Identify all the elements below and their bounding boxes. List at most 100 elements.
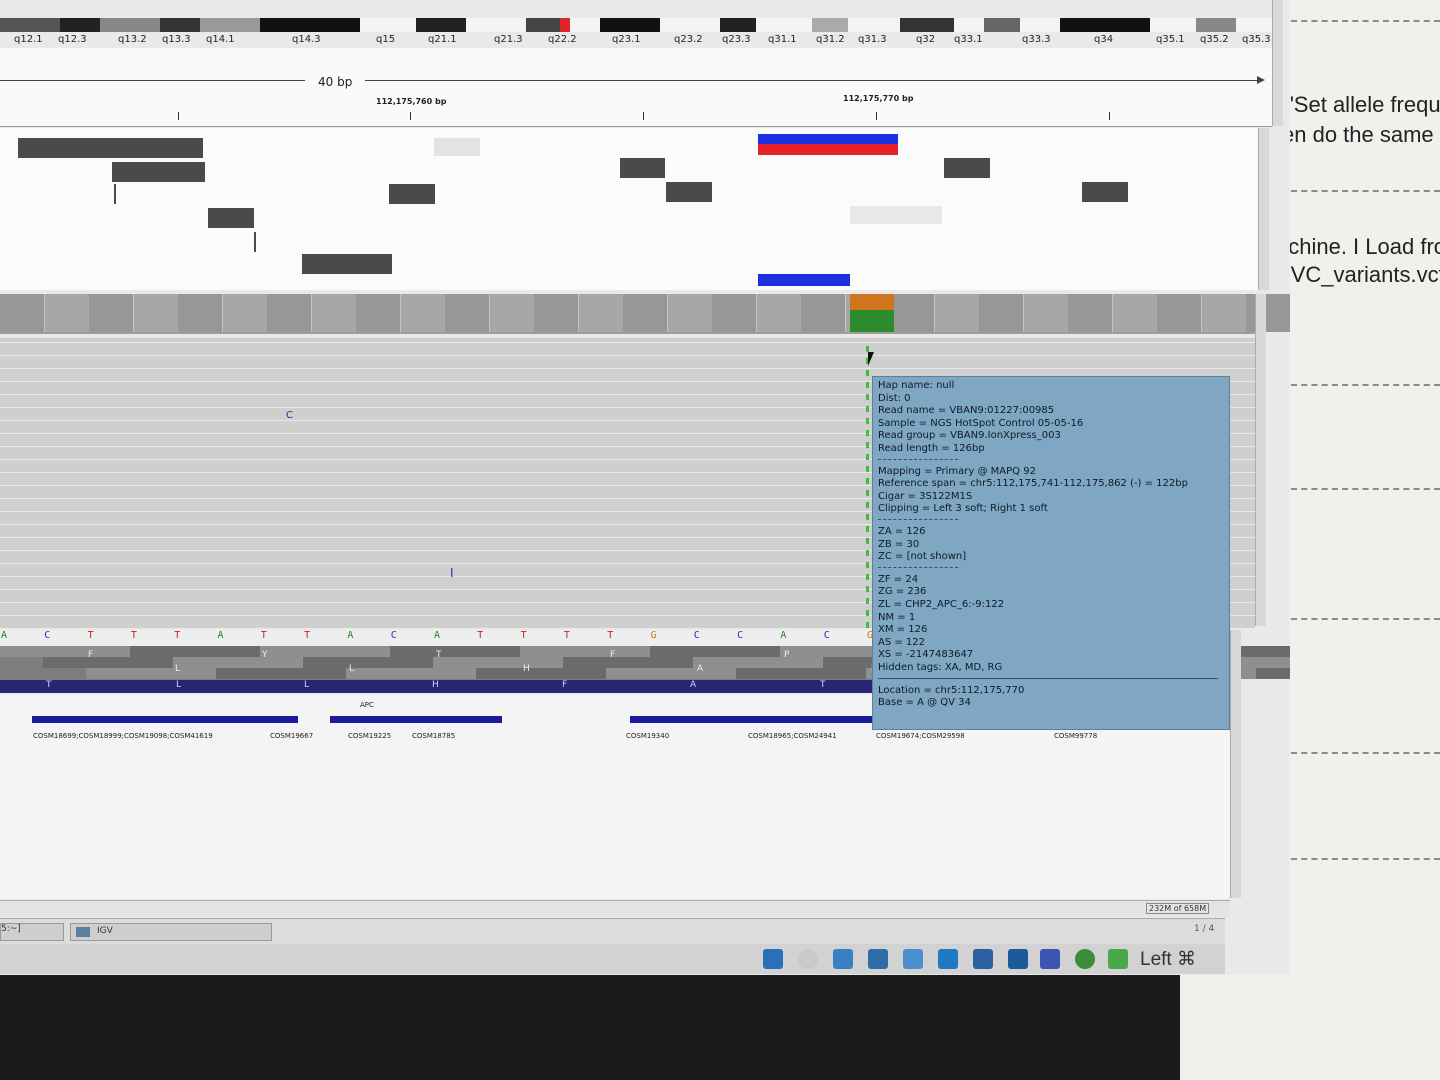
- read-row[interactable]: [0, 342, 1255, 343]
- shared-folder-icon[interactable]: [903, 949, 923, 969]
- coverage-bin: [1023, 294, 1069, 332]
- page-indicator: 1 / 4: [1194, 924, 1215, 934]
- codon-block: [650, 646, 780, 657]
- cosmic-label: COSM19225: [348, 732, 392, 740]
- read-row[interactable]: [0, 368, 1255, 369]
- cosmic-label: COSM18785: [412, 732, 456, 740]
- position-label-left: 112,175,760 bp: [376, 97, 447, 106]
- coverage-bin: [1246, 294, 1290, 332]
- gene-amino-acid: H: [432, 680, 439, 690]
- popup-line: ZG = 236: [878, 586, 927, 598]
- ruler-track[interactable]: 40 bp 112,175,760 bp 112,175,770 bp: [0, 48, 1272, 127]
- reference-base: C: [44, 630, 51, 641]
- gene-amino-acid: T: [820, 680, 826, 690]
- alignment-scrollbar[interactable]: [1255, 294, 1266, 626]
- codon-block: [563, 657, 693, 668]
- allele-fraction-green: [850, 310, 894, 332]
- popup-line: Clipping = Left 3 soft; Right 1 soft: [878, 503, 1048, 515]
- variant-call-red[interactable]: [758, 144, 898, 155]
- variant-call-blue[interactable]: [758, 134, 898, 144]
- codon-block: [130, 646, 260, 657]
- codon-block: [346, 668, 476, 679]
- display-icon[interactable]: [938, 949, 958, 969]
- band-label: q12.1: [14, 34, 43, 45]
- doc-line-4: SVC_variants.vcf: [1276, 262, 1440, 287]
- codon-block: [736, 668, 866, 679]
- virtualbox-icon[interactable]: [1040, 949, 1060, 969]
- status-bar: 232M of 658M: [0, 900, 1230, 917]
- usb-icon[interactable]: [868, 949, 888, 969]
- popup-line: ZB = 30: [878, 538, 920, 550]
- coverage-bin: [578, 294, 624, 332]
- band-label: q14.1: [206, 34, 235, 45]
- span-label: 40 bp: [318, 75, 353, 89]
- gene-label: APC: [360, 701, 374, 709]
- reference-base: T: [260, 630, 267, 641]
- band-label: q35.3: [1242, 34, 1271, 45]
- band-label: q23.1: [612, 34, 641, 45]
- igv-task-label: IGV: [97, 926, 113, 936]
- coverage-bin: [489, 294, 535, 332]
- cosmic-label: COSM19674;COSM29598: [876, 732, 965, 740]
- popup-separator: [878, 677, 1218, 679]
- popup-separator: [878, 519, 958, 520]
- codon-block: [433, 657, 563, 668]
- coverage-track[interactable]: [0, 294, 1290, 334]
- codon-block: [606, 668, 736, 679]
- screen-icon[interactable]: [973, 949, 993, 969]
- popup-line: XS = -2147483647: [878, 649, 974, 661]
- network-icon[interactable]: [763, 949, 783, 969]
- amino-acid: T: [436, 650, 442, 660]
- monitor-icon[interactable]: [1008, 949, 1028, 969]
- codon-block: [1256, 668, 1290, 679]
- host-key-label: Left ⌘: [1140, 949, 1196, 970]
- popup-line: Base = A @ QV 34: [878, 697, 971, 709]
- read-row[interactable]: [0, 355, 1255, 356]
- popup-line: Read group = VBAN9.IonXpress_003: [878, 430, 1061, 442]
- coverage-bin: [712, 294, 757, 332]
- popup-line: Read length = 126bp: [878, 443, 985, 454]
- optical-drive-icon[interactable]: [798, 949, 818, 969]
- gene-amino-acid: A: [690, 680, 697, 690]
- audio-icon[interactable]: [833, 949, 853, 969]
- feature-scrollbar[interactable]: [1230, 630, 1241, 898]
- reference-base: T: [130, 630, 137, 641]
- coverage-bin: [356, 294, 401, 332]
- coverage-bin: [1201, 294, 1247, 332]
- reference-base: C: [737, 630, 744, 641]
- igv-task[interactable]: IGV: [70, 923, 272, 941]
- coverage-bin: [667, 294, 713, 332]
- popup-line: Cigar = 3S122M1S: [878, 490, 973, 502]
- reference-base: T: [304, 630, 311, 641]
- reference-base: A: [217, 630, 224, 641]
- amino-acid: A: [697, 664, 704, 674]
- ruler-scrollbar[interactable]: [1272, 0, 1283, 126]
- popup-line: ZC = [not shown]: [878, 551, 967, 563]
- reference-base: A: [434, 630, 441, 641]
- popup-line: ZL = CHP2_APC_6:-9:122: [878, 599, 1005, 610]
- popup-line: ZF = 24: [878, 573, 919, 585]
- variant-call-blue-lower[interactable]: [758, 274, 850, 286]
- coverage-bin: [133, 294, 179, 332]
- popup-line: ZA = 126: [878, 526, 926, 537]
- variant-track-panel[interactable]: [0, 128, 1258, 290]
- reference-base: C: [390, 630, 397, 641]
- codon-block: [86, 668, 216, 679]
- cosmic-label: COSM19340: [626, 732, 670, 740]
- coverage-bin: [801, 294, 846, 332]
- codon-block: [476, 668, 606, 679]
- terminal-task[interactable]: 5:~]: [0, 923, 64, 941]
- mismatch-base-i: I: [450, 566, 454, 580]
- download-icon[interactable]: [1108, 949, 1128, 969]
- mouse-cursor-icon: [868, 352, 874, 366]
- codon-block: [173, 657, 303, 668]
- popup-line: Hap name: null: [878, 380, 955, 391]
- coverage-bin: [534, 294, 579, 332]
- variant-panel-scrollbar[interactable]: [1258, 128, 1269, 290]
- capture-icon[interactable]: [1075, 949, 1095, 969]
- codon-block: [0, 646, 130, 657]
- popup-line: Reference span = chr5:112,175,741-112,17…: [878, 478, 1188, 490]
- codon-block: [390, 646, 520, 657]
- band-label: q13.2: [118, 34, 147, 45]
- coverage-bin: [1112, 294, 1158, 332]
